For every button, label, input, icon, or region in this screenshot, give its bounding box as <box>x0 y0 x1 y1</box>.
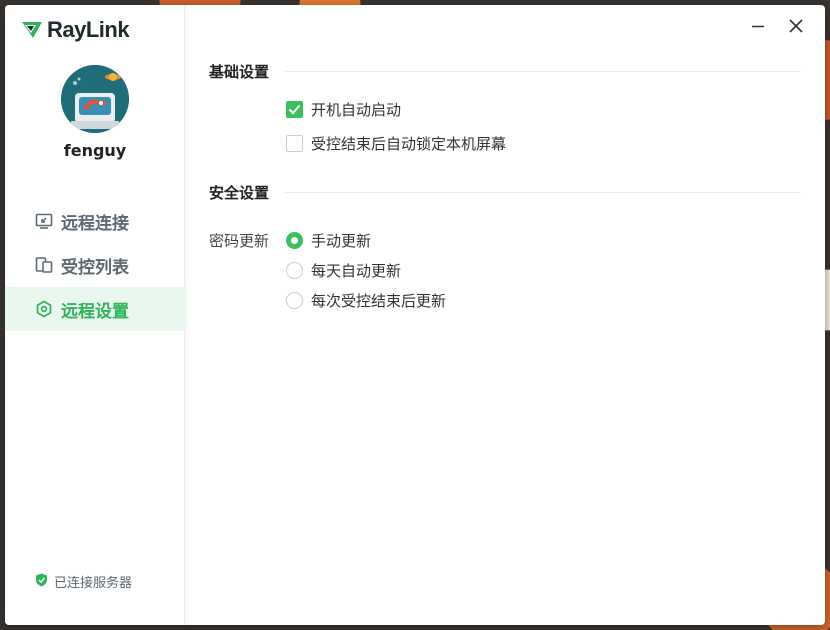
auto-start-checkbox[interactable]: 开机自动启动 <box>286 99 401 120</box>
server-status: 已连接服务器 <box>35 572 132 591</box>
option-label: 受控结束后自动锁定本机屏幕 <box>311 135 507 153</box>
settings-panel: 基础设置 开机自动启动 受控结束后自动锁定本机屏幕 安全设置 密码更新 手动更新… <box>186 5 825 625</box>
basic-settings-header: 基础设置 <box>209 61 801 82</box>
minimize-icon <box>750 18 766 38</box>
avatar[interactable] <box>61 65 129 133</box>
section-title: 基础设置 <box>209 63 270 81</box>
sidebar-nav: 远程连接 受控列表 远程设置 <box>5 199 185 331</box>
controlled-list-icon <box>35 256 53 274</box>
radio-unchecked[interactable] <box>286 262 303 279</box>
radio-checked[interactable] <box>286 232 303 249</box>
divider <box>285 192 801 193</box>
radio-daily-update[interactable]: 每天自动更新 <box>286 260 401 281</box>
shield-check-icon <box>35 573 48 591</box>
radio-unchecked[interactable] <box>286 292 303 309</box>
app-logo-text: RayLink <box>47 17 130 42</box>
close-icon <box>788 18 804 38</box>
remote-connect-icon <box>35 212 53 230</box>
sidebar-item-remote-settings[interactable]: 远程设置 <box>5 287 185 331</box>
window-controls <box>747 17 807 39</box>
sidebar-item-label: 受控列表 <box>61 257 129 278</box>
checkbox-checked[interactable] <box>286 101 303 118</box>
sidebar-item-remote-connect[interactable]: 远程连接 <box>5 199 185 243</box>
settings-hex-icon <box>35 300 53 318</box>
option-label: 手动更新 <box>311 232 372 250</box>
password-update-label: 密码更新 <box>209 232 270 250</box>
username: fenguy <box>63 141 127 160</box>
radio-after-session-update[interactable]: 每次受控结束后更新 <box>286 290 446 311</box>
option-label: 每次受控结束后更新 <box>311 292 447 310</box>
option-label: 每天自动更新 <box>311 262 402 280</box>
minimize-button[interactable] <box>747 17 769 39</box>
security-settings-header: 安全设置 <box>209 182 801 203</box>
option-label: 开机自动启动 <box>311 101 402 119</box>
server-status-text: 已连接服务器 <box>54 576 133 591</box>
raylink-logo-icon <box>21 20 43 40</box>
checkbox-unchecked[interactable] <box>286 135 303 152</box>
app-logo: RayLink <box>21 17 130 43</box>
sidebar-item-controlled-list[interactable]: 受控列表 <box>5 243 185 287</box>
divider <box>285 71 801 72</box>
sidebar: RayLink fenguy 远程连接 受控列表 远程设置 已连接服务器 <box>5 5 185 625</box>
close-button[interactable] <box>785 17 807 39</box>
radio-manual-update[interactable]: 手动更新 <box>286 230 371 251</box>
sidebar-item-label: 远程连接 <box>61 213 129 234</box>
auto-lock-checkbox[interactable]: 受控结束后自动锁定本机屏幕 <box>286 133 506 154</box>
sidebar-item-label: 远程设置 <box>61 301 129 322</box>
section-title: 安全设置 <box>209 184 270 202</box>
app-window: RayLink fenguy 远程连接 受控列表 远程设置 已连接服务器 基础设… <box>5 5 825 625</box>
